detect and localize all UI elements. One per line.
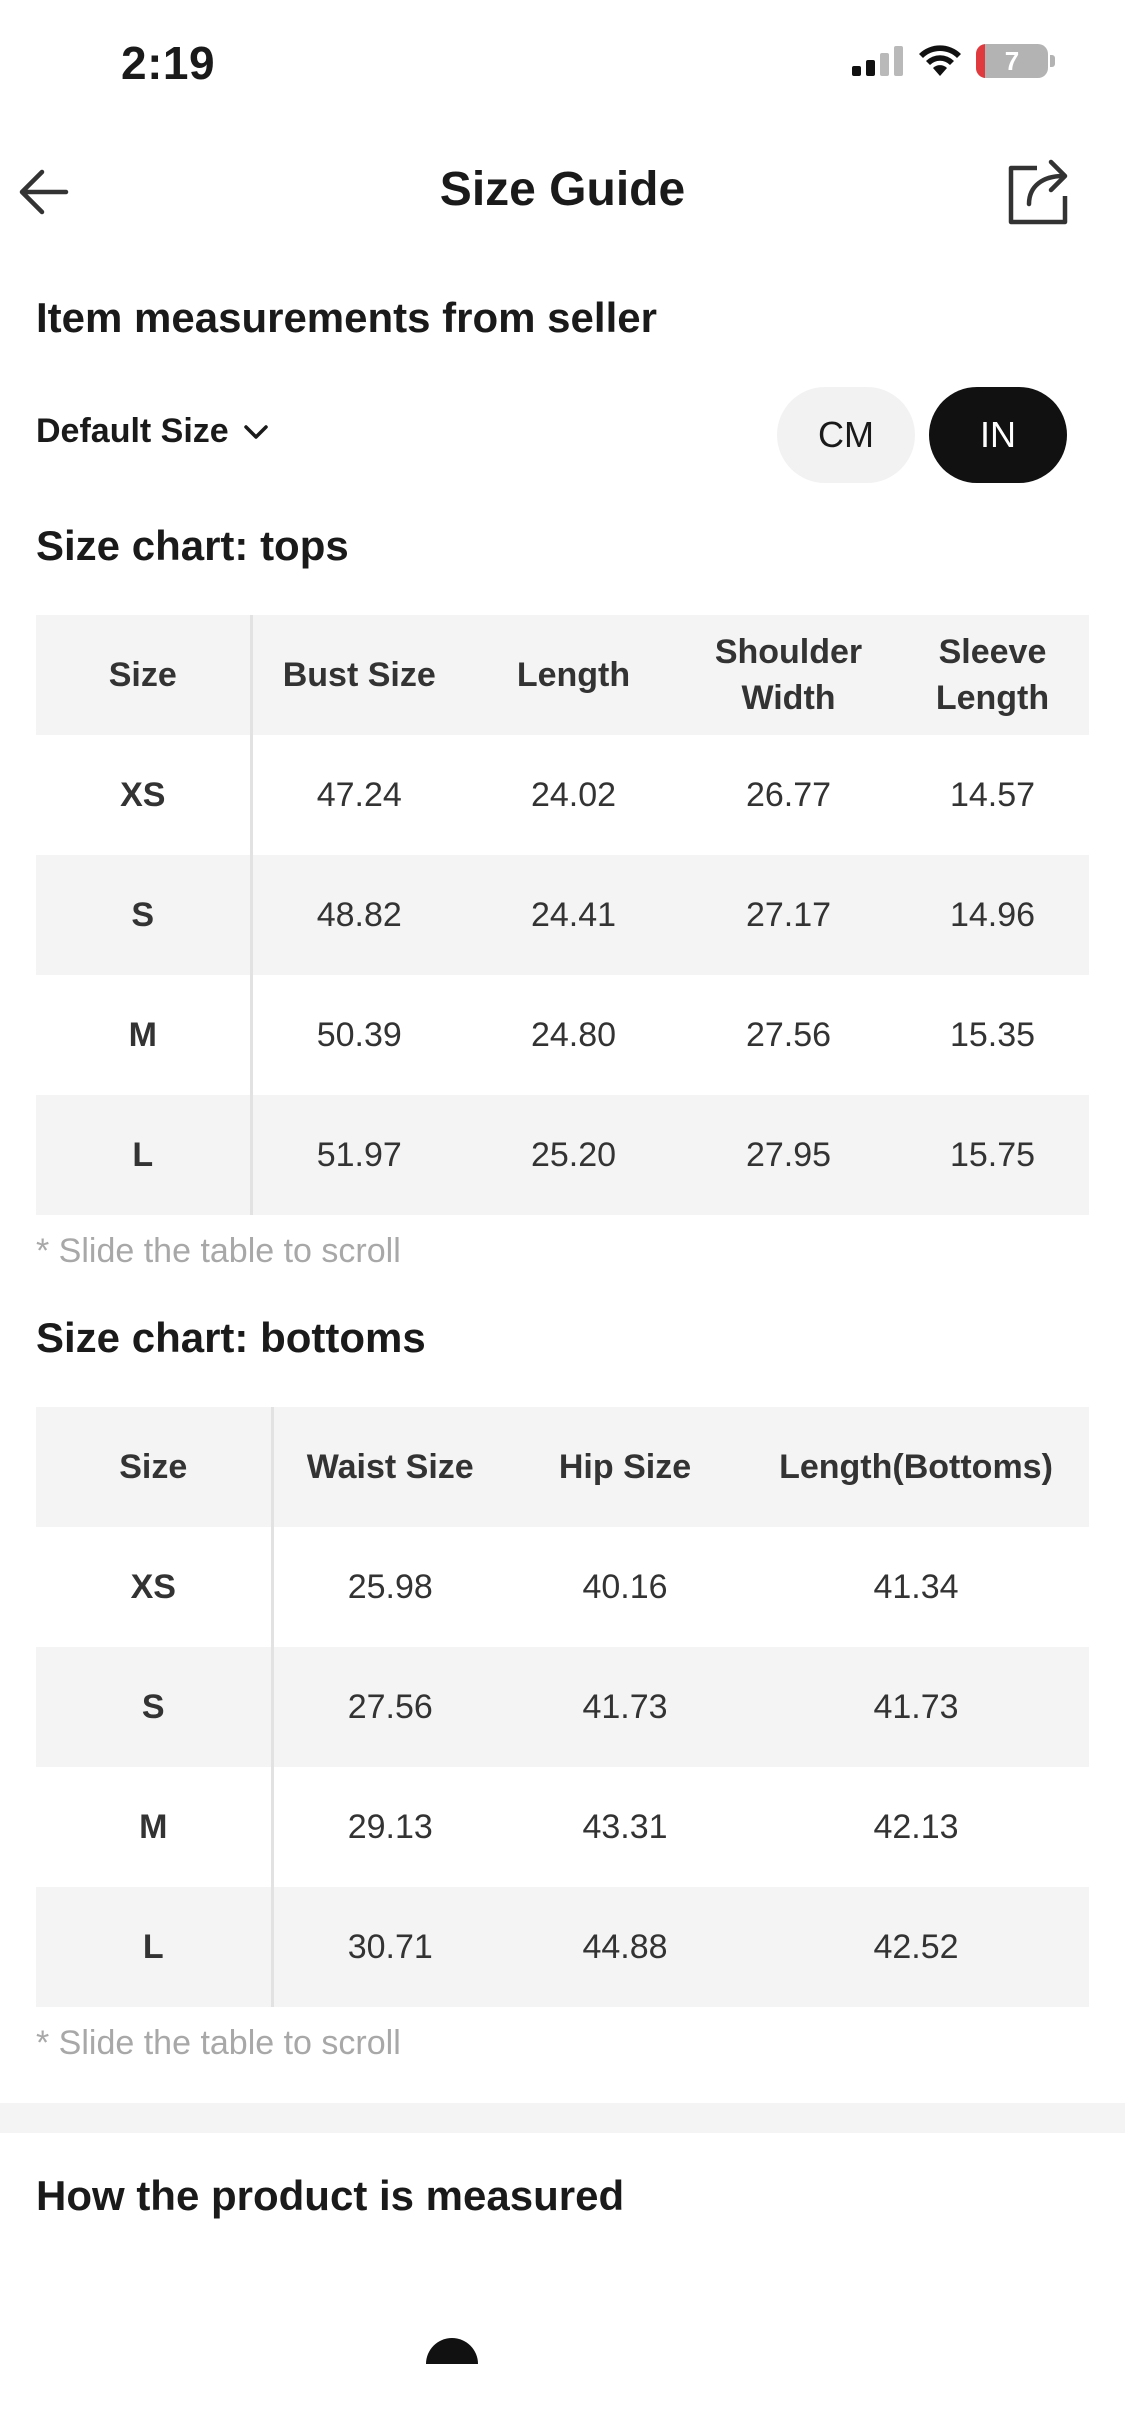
size-cell: XS (36, 1527, 274, 1647)
table-header-row: Size Waist Size Hip Size Length(Bottoms) (36, 1407, 1089, 1527)
size-cell: XS (36, 735, 253, 855)
table-header-cell: Size (36, 1407, 274, 1527)
table-header-cell: Length (516, 656, 631, 694)
table-cell: 27.56 (745, 1015, 832, 1054)
nav-bar: Size Guide (0, 140, 1125, 240)
bottoms-scroll-hint: * Slide the table to scroll (36, 2024, 401, 2062)
unit-in-button[interactable]: IN (929, 387, 1067, 483)
page-title: Size Guide (439, 163, 686, 216)
table-cell: 42.52 (873, 1927, 959, 1966)
tops-scroll-hint: * Slide the table to scroll (36, 1232, 401, 1270)
table-row: XS 25.98 40.16 41.34 (36, 1527, 1089, 1647)
table-header-cell: Bust Size (282, 656, 436, 694)
battery-level: 7 (1004, 45, 1020, 76)
table-cell: 50.39 (316, 1015, 402, 1054)
battery-icon: 7 (976, 44, 1048, 78)
wifi-icon (919, 45, 961, 76)
table-cell: 47.24 (316, 775, 402, 814)
table-row: S 48.82 24.41 27.17 14.96 (36, 855, 1089, 975)
table-cell: 43.31 (582, 1807, 668, 1846)
share-icon[interactable] (1007, 154, 1073, 226)
bottoms-chart-title: Size chart: bottoms (36, 1314, 426, 1361)
table-cell: 51.97 (316, 1135, 402, 1174)
table-cell: 24.80 (530, 1015, 617, 1054)
tops-chart-title: Size chart: tops (36, 522, 349, 569)
table-header-cell: Hip Size (558, 1448, 692, 1486)
measurements-heading: Item measurements from seller (36, 294, 657, 341)
table-cell: 24.41 (530, 895, 617, 934)
table-cell: 25.20 (530, 1135, 617, 1174)
table-cell: 29.13 (347, 1807, 433, 1846)
table-cell: 27.95 (745, 1135, 832, 1174)
table-header-cell: Sleeve Length (935, 633, 1050, 717)
size-cell: M (36, 1767, 274, 1887)
table-row: S 27.56 41.73 41.73 (36, 1647, 1089, 1767)
table-row: M 50.39 24.80 27.56 15.35 (36, 975, 1089, 1095)
unit-cm-button[interactable]: CM (777, 387, 915, 483)
battery-cap (1050, 55, 1055, 67)
table-cell: 14.57 (949, 775, 1036, 814)
table-cell: 25.98 (347, 1567, 433, 1606)
table-cell: 40.16 (582, 1567, 668, 1606)
table-header-cell: Waist Size (306, 1448, 474, 1486)
table-cell: 48.82 (316, 895, 402, 934)
table-cell: 15.75 (949, 1135, 1036, 1174)
size-cell: L (36, 1887, 274, 2007)
measurement-guide-title: How the product is measured (36, 2172, 625, 2219)
table-row: M 29.13 43.31 42.13 (36, 1767, 1089, 1887)
status-icons: 7 (852, 44, 1055, 78)
table-cell: 26.77 (745, 775, 832, 814)
table-header-cell: Shoulder Width (714, 633, 863, 717)
status-bar: 2:19 7 (0, 0, 1125, 130)
size-cell: M (36, 975, 253, 1095)
table-cell: 41.73 (873, 1687, 959, 1726)
size-cell: S (36, 1647, 274, 1767)
status-time: 2:19 (121, 37, 216, 89)
default-size-dropdown[interactable]: Default Size (36, 412, 269, 451)
table-cell: 27.56 (347, 1687, 433, 1726)
table-cell: 41.73 (582, 1687, 668, 1726)
table-row: L 51.97 25.20 27.95 15.75 (36, 1095, 1089, 1215)
table-cell: 14.96 (949, 895, 1036, 934)
default-size-label: Default Size (36, 412, 229, 450)
table-header-cell: Size (36, 615, 253, 735)
table-cell: 44.88 (582, 1927, 668, 1966)
size-cell: L (36, 1095, 253, 1215)
table-header-cell: Length(Bottoms) (779, 1448, 1053, 1486)
table-cell: 24.02 (530, 775, 617, 814)
table-cell: 27.17 (745, 895, 832, 934)
bottoms-size-table[interactable]: Size Waist Size Hip Size Length(Bottoms)… (36, 1407, 1089, 2007)
chevron-down-icon (243, 424, 268, 439)
table-cell: 42.13 (873, 1807, 959, 1846)
table-cell: 30.71 (347, 1927, 433, 1966)
table-row: XS 47.24 24.02 26.77 14.57 (36, 735, 1089, 855)
cellular-signal-icon (852, 46, 903, 76)
tops-size-table[interactable]: Size Bust Size Length Shoulder Width Sle… (36, 615, 1091, 1215)
table-row: L 30.71 44.88 42.52 (36, 1887, 1089, 2007)
measurement-diagram-image (426, 2338, 478, 2364)
unit-toggle: CM IN (777, 387, 1067, 483)
section-divider (0, 2103, 1125, 2133)
table-cell: 15.35 (949, 1015, 1036, 1054)
size-cell: S (36, 855, 253, 975)
table-cell: 41.34 (873, 1567, 959, 1606)
table-header-row: Size Bust Size Length Shoulder Width Sle… (36, 615, 1089, 735)
